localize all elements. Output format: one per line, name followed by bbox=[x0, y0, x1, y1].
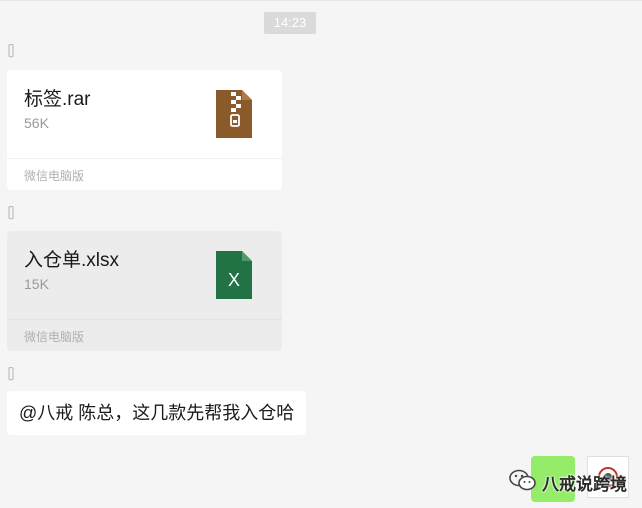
divider bbox=[0, 0, 642, 1]
watermark-text: 八戒说跨境 bbox=[542, 475, 627, 494]
message-timestamp: 14:23 bbox=[264, 12, 316, 34]
sender-avatar-stub[interactable] bbox=[7, 44, 15, 58]
file-message-body[interactable]: 入仓单.xlsx 15K X bbox=[7, 231, 282, 319]
excel-file-icon: X bbox=[214, 249, 254, 306]
file-size: 15K bbox=[24, 276, 49, 292]
excel-icon-letter: X bbox=[228, 270, 240, 290]
text-message[interactable]: @八戒 陈总，这几款先帮我入仓哈 bbox=[7, 391, 307, 435]
file-message-xlsx[interactable]: 入仓单.xlsx 15K X 微信电脑版 bbox=[7, 231, 282, 351]
chat-window: 14:23 标签.rar 56K 微信电脑版 入仓单.xlsx 15K X 微信… bbox=[0, 0, 642, 508]
file-name: 标签.rar bbox=[24, 89, 91, 110]
file-message-rar[interactable]: 标签.rar 56K 微信电脑版 bbox=[7, 70, 282, 190]
watermark: 八戒说跨境 bbox=[508, 468, 627, 497]
file-message-body[interactable]: 标签.rar 56K bbox=[7, 70, 282, 158]
file-name: 入仓单.xlsx bbox=[24, 250, 120, 271]
sender-avatar-stub[interactable] bbox=[7, 206, 15, 220]
file-footer: 微信电脑版 bbox=[7, 158, 282, 190]
file-footer: 微信电脑版 bbox=[7, 319, 282, 351]
archive-file-icon bbox=[214, 88, 254, 145]
file-source-label: 微信电脑版 bbox=[24, 330, 85, 344]
file-size: 56K bbox=[24, 115, 49, 131]
wechat-icon bbox=[508, 468, 538, 497]
sender-avatar-stub[interactable] bbox=[7, 367, 15, 381]
file-source-label: 微信电脑版 bbox=[24, 169, 85, 183]
